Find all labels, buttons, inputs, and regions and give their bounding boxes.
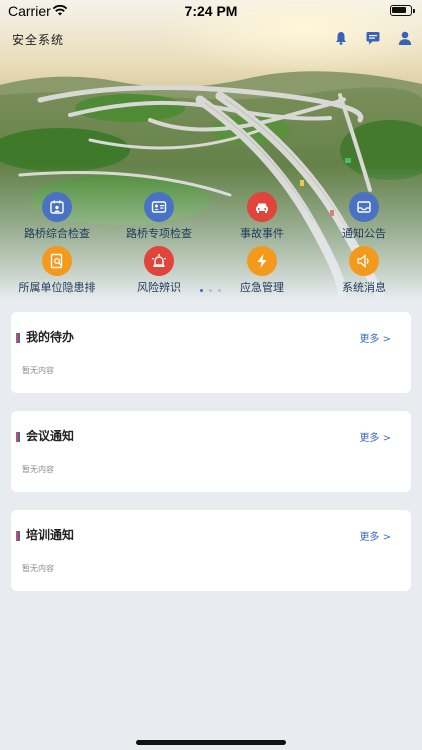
speaker-icon	[349, 246, 379, 276]
app-title: 安全系统	[12, 33, 65, 47]
meeting-notice-card: 会议通知 更多 > 暂无内容	[11, 411, 411, 492]
menu-item-system-messages[interactable]: 系统消息	[311, 246, 417, 295]
card-title: 会议通知	[26, 429, 75, 443]
message-icon[interactable]	[365, 30, 381, 46]
alarm-light-icon	[144, 246, 174, 276]
card-title: 培训通知	[26, 528, 75, 542]
home-indicator[interactable]	[136, 740, 286, 745]
menu-item-accidents[interactable]: 事故事件	[209, 192, 315, 241]
section-marker	[16, 333, 20, 343]
page-dot	[209, 289, 212, 292]
training-notice-card: 培训通知 更多 > 暂无内容	[11, 510, 411, 591]
menu-item-label: 路桥综合检查	[24, 227, 90, 240]
section-marker	[16, 432, 20, 442]
menu-item-notices[interactable]: 通知公告	[311, 192, 417, 241]
menu-item-hazard-check[interactable]: 所属单位隐患排	[4, 246, 110, 295]
empty-text: 暂无内容	[22, 366, 54, 375]
menu-item-special-inspection[interactable]: 路桥专项检查	[106, 192, 212, 241]
lightning-icon	[247, 246, 277, 276]
menu-item-risk-identification[interactable]: 风险辨识	[106, 246, 212, 295]
car-icon	[247, 192, 277, 222]
more-link[interactable]: 更多 >	[359, 528, 391, 543]
menu-item-label: 所属单位隐患排	[18, 281, 96, 294]
section-marker	[16, 531, 20, 541]
calendar-user-icon	[42, 192, 72, 222]
inbox-icon	[349, 192, 379, 222]
id-card-icon	[144, 192, 174, 222]
menu-item-label: 事故事件	[240, 227, 284, 240]
menu-item-label: 通知公告	[342, 227, 386, 240]
page-indicator	[198, 289, 228, 293]
battery-icon	[390, 5, 415, 16]
more-link[interactable]: 更多 >	[359, 330, 391, 345]
status-bar: Carrier 7:24 PM	[0, 0, 422, 22]
page-dot	[218, 289, 221, 292]
status-time: 7:24 PM	[184, 3, 238, 19]
page-dot-active	[200, 289, 203, 292]
card-title: 我的待办	[26, 330, 75, 344]
user-icon[interactable]	[397, 30, 413, 46]
document-search-icon	[42, 246, 72, 276]
empty-text: 暂无内容	[22, 564, 54, 573]
empty-text: 暂无内容	[22, 465, 54, 474]
menu-item-label: 风险辨识	[137, 281, 181, 294]
menu-item-emergency[interactable]: 应急管理	[209, 246, 315, 295]
more-link[interactable]: 更多 >	[359, 429, 391, 444]
todo-card: 我的待办 更多 > 暂无内容	[11, 312, 411, 393]
menu-item-bridge-inspection[interactable]: 路桥综合检查	[4, 192, 110, 241]
menu-item-label: 系统消息	[342, 281, 386, 294]
bell-icon[interactable]	[333, 30, 349, 46]
menu-item-label: 路桥专项检查	[126, 227, 192, 240]
